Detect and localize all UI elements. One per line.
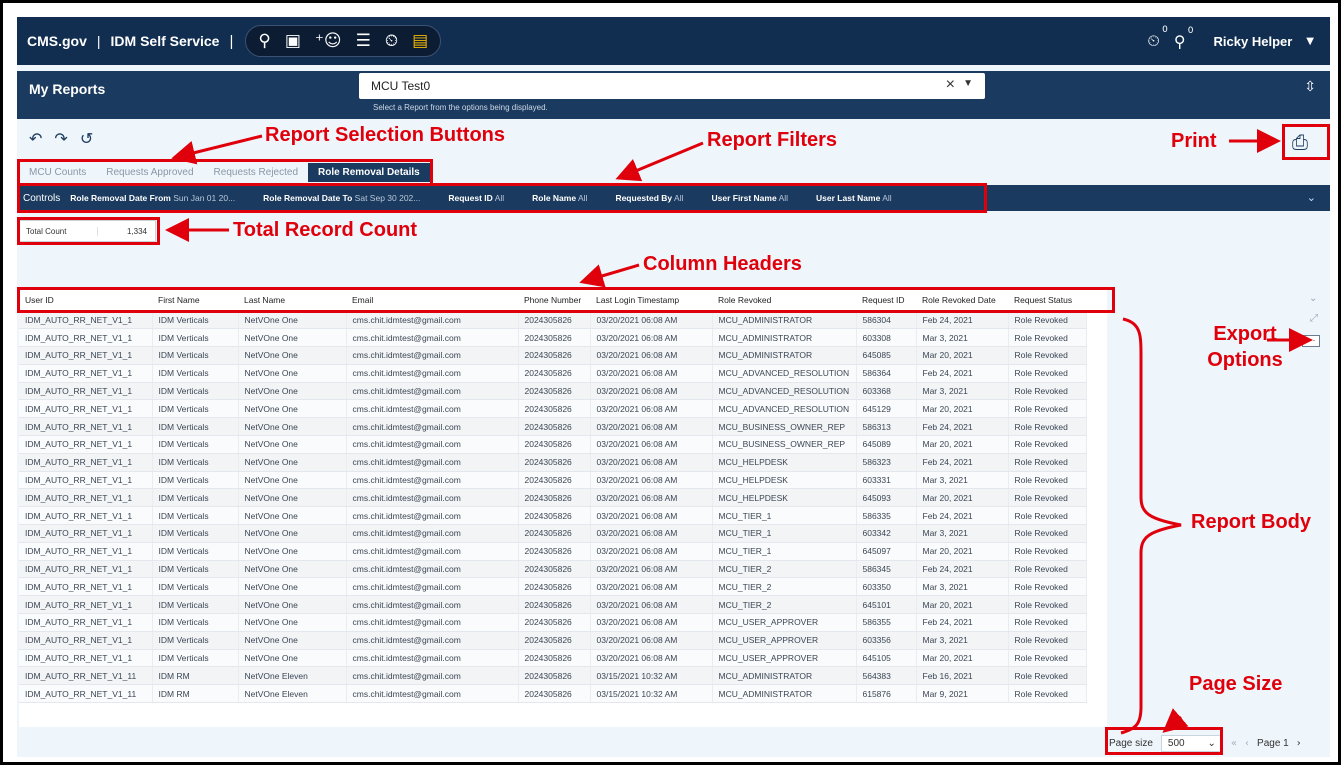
arrow-report-selection bbox=[171, 134, 263, 165]
screenshot-frame: CMS.gov | IDM Self Service | ⚲ ▣ ⁺☺ ☰ ⏲ ▤ … bbox=[0, 0, 1341, 765]
arrow-page-size bbox=[1162, 708, 1189, 733]
arrow-column-headers bbox=[579, 263, 640, 288]
bracket-report-body bbox=[1120, 317, 1182, 735]
arrow-report-filters bbox=[615, 141, 704, 182]
annotation-arrows bbox=[165, 129, 1313, 735]
app-window: CMS.gov | IDM Self Service | ⚲ ▣ ⁺☺ ☰ ⏲ ▤ … bbox=[17, 17, 1330, 757]
